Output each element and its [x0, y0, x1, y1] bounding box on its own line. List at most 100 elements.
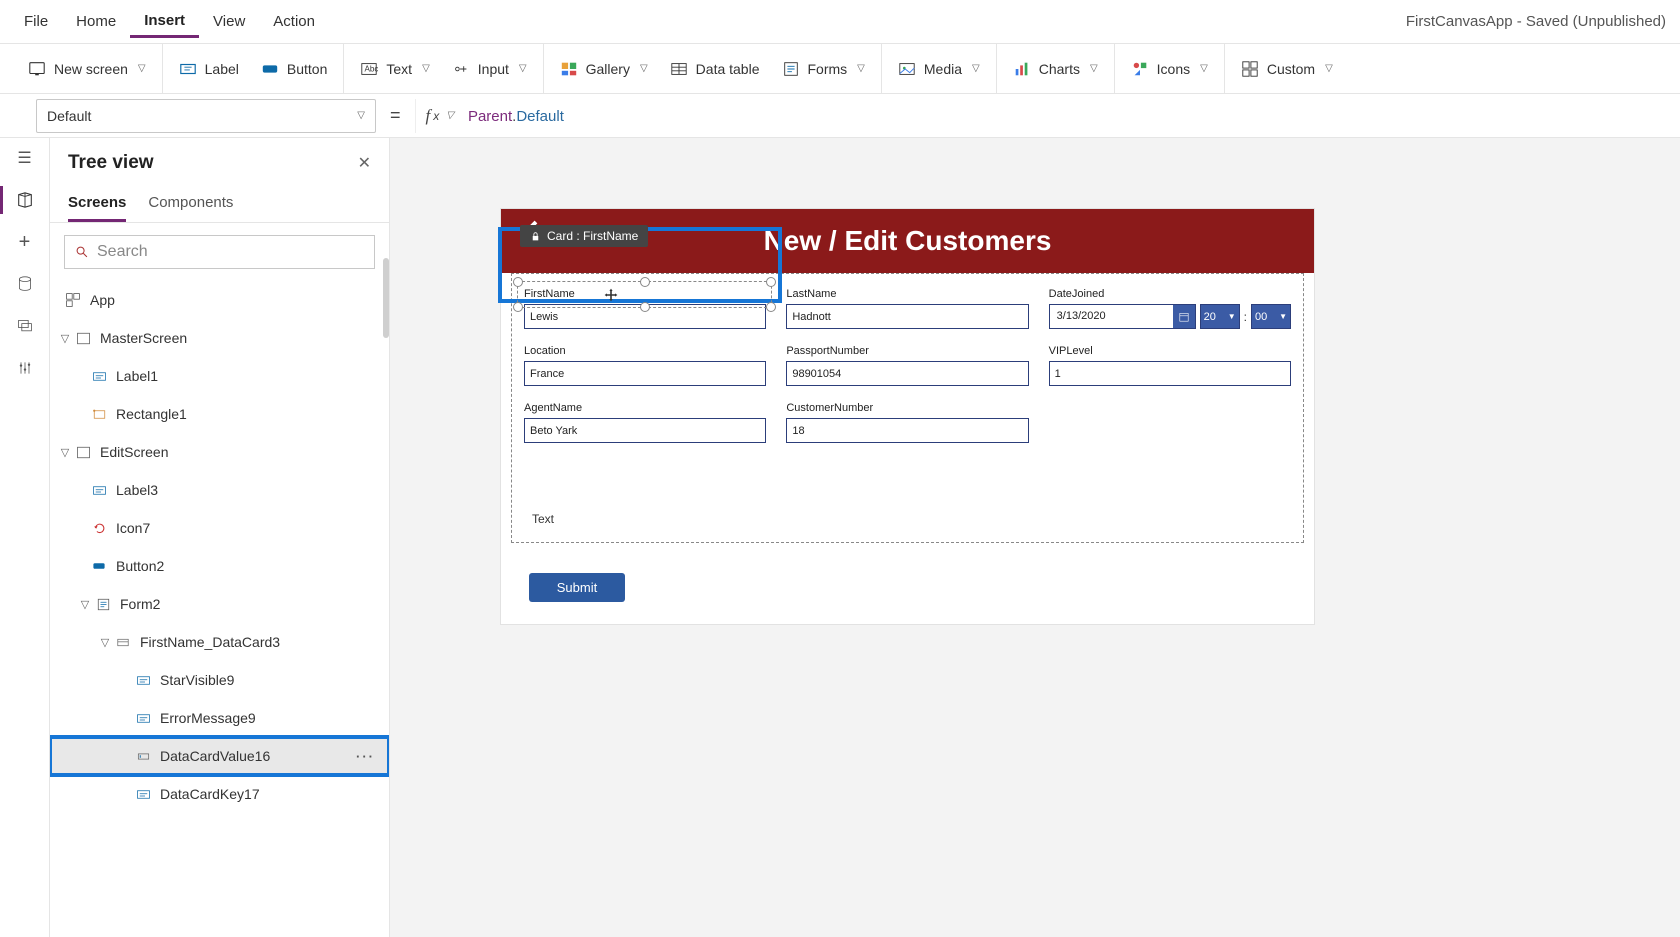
tree-node-datacard3[interactable]: ▽ FirstName_DataCard3	[50, 623, 389, 661]
vip-input[interactable]	[1049, 361, 1291, 386]
gallery-icon	[560, 60, 578, 78]
close-icon[interactable]: ✕	[358, 153, 371, 173]
tree-search-input[interactable]: Search	[64, 235, 375, 269]
forms-icon	[782, 60, 800, 78]
data-icon[interactable]	[13, 272, 37, 296]
insert-text-button[interactable]: Abc Text▽	[360, 60, 429, 78]
text-icon: Abc	[360, 60, 378, 78]
lastname-input[interactable]	[786, 304, 1028, 329]
add-icon[interactable]: +	[13, 230, 37, 254]
chevron-down-icon[interactable]: ▽	[56, 446, 74, 459]
resize-handle[interactable]	[766, 302, 776, 312]
resize-handle[interactable]	[640, 302, 650, 312]
menu-home[interactable]: Home	[62, 7, 130, 36]
label-icon	[134, 785, 152, 803]
date-input[interactable]: 3/13/2020	[1049, 304, 1196, 329]
tree-node-editscreen[interactable]: ▽ EditScreen	[50, 433, 389, 471]
new-screen-button[interactable]: New screen▽	[28, 60, 146, 78]
canvas-area[interactable]: New / Edit Customers FirstName LastName …	[390, 138, 1680, 937]
insert-charts-button[interactable]: Charts▽	[1013, 60, 1098, 78]
location-input[interactable]	[524, 361, 766, 386]
more-icon[interactable]: ···	[356, 749, 375, 764]
tree-label: Icon7	[116, 520, 150, 536]
hour-select[interactable]: 20▼	[1200, 304, 1240, 329]
chevron-down-icon: ▽	[1090, 63, 1098, 74]
card-passport[interactable]: PassportNumber	[782, 343, 1032, 392]
tree-node-label3[interactable]: Label3	[50, 471, 389, 509]
formula-bar[interactable]: fx▽ Parent.Default	[415, 99, 1680, 133]
card-custno[interactable]: CustomerNumber	[782, 400, 1032, 449]
hamburger-icon[interactable]: ☰	[13, 146, 37, 170]
form-area[interactable]: FirstName LastName DateJoined 3/13/2020 …	[511, 273, 1304, 543]
insert-gallery-button[interactable]: Gallery▽	[560, 60, 648, 78]
icons-icon	[1131, 60, 1149, 78]
tree-node-datacardkey17[interactable]: DataCardKey17	[50, 775, 389, 813]
insert-media-label: Media	[924, 61, 962, 77]
card-agent[interactable]: AgentName	[520, 400, 770, 449]
charts-icon	[1013, 60, 1031, 78]
passport-input[interactable]	[786, 361, 1028, 386]
svg-text:Abc: Abc	[365, 64, 379, 73]
insert-label-text: Label	[205, 61, 239, 77]
tree-node-form2[interactable]: ▽ Form2	[50, 585, 389, 623]
insert-datatable-button[interactable]: Data table	[670, 60, 760, 78]
menu-bar: File Home Insert View Action FirstCanvas…	[0, 0, 1680, 44]
menu-view[interactable]: View	[199, 7, 259, 36]
button-icon	[261, 60, 279, 78]
custno-input[interactable]	[786, 418, 1028, 443]
calendar-icon[interactable]	[1173, 305, 1195, 328]
tree-node-button2[interactable]: Button2	[50, 547, 389, 585]
chevron-down-icon[interactable]: ▽	[76, 598, 94, 611]
card-vip[interactable]: VIPLevel	[1045, 343, 1295, 392]
minute-select[interactable]: 00▼	[1251, 304, 1291, 329]
menu-file[interactable]: File	[10, 7, 62, 36]
new-screen-label: New screen	[54, 61, 128, 77]
insert-media-button[interactable]: Media▽	[898, 60, 980, 78]
tree-node-errormessage9[interactable]: ErrorMessage9	[50, 699, 389, 737]
card-lastname[interactable]: LastName	[782, 286, 1032, 335]
insert-button-button[interactable]: Button	[261, 60, 327, 78]
tree-node-rectangle1[interactable]: Rectangle1	[50, 395, 389, 433]
insert-custom-label: Custom	[1267, 61, 1315, 77]
button-icon	[90, 557, 108, 575]
resize-handle[interactable]	[513, 302, 523, 312]
datejoined-label: DateJoined	[1049, 288, 1291, 300]
tools-icon[interactable]	[13, 356, 37, 380]
resize-handle[interactable]	[766, 277, 776, 287]
card-datejoined[interactable]: DateJoined 3/13/2020 20▼ : 00▼	[1045, 286, 1295, 335]
tree-label: DataCardKey17	[160, 786, 260, 802]
menu-action[interactable]: Action	[259, 7, 329, 36]
tree-node-masterscreen[interactable]: ▽ MasterScreen	[50, 319, 389, 357]
insert-forms-button[interactable]: Forms▽	[782, 60, 865, 78]
tree-node-label1[interactable]: Label1	[50, 357, 389, 395]
agent-input[interactable]	[524, 418, 766, 443]
insert-label-button[interactable]: Label	[179, 60, 239, 78]
insert-custom-button[interactable]: Custom▽	[1241, 60, 1333, 78]
tree-node-starvisible9[interactable]: StarVisible9	[50, 661, 389, 699]
resize-handle[interactable]	[640, 277, 650, 287]
tab-components[interactable]: Components	[148, 186, 233, 222]
resize-handle[interactable]	[513, 277, 523, 287]
tab-screens[interactable]: Screens	[68, 186, 126, 222]
tree-list: App ▽ MasterScreen Label1 Rectangle1 ▽ E…	[50, 281, 389, 937]
vip-label: VIPLevel	[1049, 345, 1291, 357]
property-dropdown[interactable]: Default ▽	[36, 99, 376, 133]
label-icon	[90, 481, 108, 499]
chevron-down-icon: ▽	[640, 63, 648, 74]
search-icon	[75, 245, 89, 259]
submit-button[interactable]: Submit	[529, 573, 625, 602]
tree-view-icon[interactable]	[13, 188, 37, 212]
tree-node-app[interactable]: App	[50, 281, 389, 319]
card-location[interactable]: Location	[520, 343, 770, 392]
tree-node-icon7[interactable]: Icon7	[50, 509, 389, 547]
media-icon	[898, 60, 916, 78]
insert-icons-button[interactable]: Icons▽	[1131, 60, 1208, 78]
tree-label: StarVisible9	[160, 672, 234, 688]
media-rail-icon[interactable]	[13, 314, 37, 338]
insert-input-button[interactable]: Input▽	[452, 60, 527, 78]
chevron-down-icon[interactable]: ▽	[56, 332, 74, 345]
tree-node-datacardvalue16[interactable]: DataCardValue16 ···	[50, 737, 389, 775]
ribbon: New screen▽ Label Button Abc Text▽ Input…	[0, 44, 1680, 94]
menu-insert[interactable]: Insert	[130, 6, 199, 38]
chevron-down-icon[interactable]: ▽	[96, 636, 114, 649]
